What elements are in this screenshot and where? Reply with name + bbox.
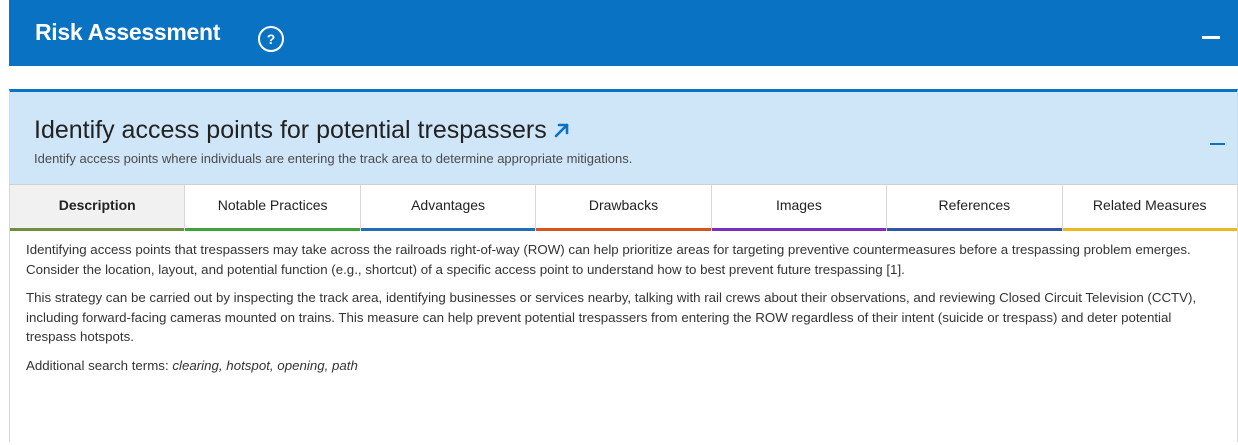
tab-references[interactable]: References	[886, 185, 1062, 231]
help-icon[interactable]: ?	[258, 26, 284, 52]
tab-advantages[interactable]: Advantages	[359, 185, 536, 231]
tab-drawbacks[interactable]: Drawbacks	[535, 185, 711, 231]
risk-assessment-header[interactable]: Risk Assessment ?	[9, 0, 1238, 66]
tab-label: References	[938, 197, 1011, 213]
tab-bar: Description Notable Practices Advantages…	[10, 184, 1237, 231]
collapse-minus-icon[interactable]	[1210, 143, 1225, 145]
tab-label: Images	[775, 197, 822, 213]
description-paragraph-2: This strategy can be carried out by insp…	[26, 290, 1197, 344]
page: Risk Assessment ? Identify access points…	[9, 0, 1238, 442]
tab-label: Advantages	[411, 197, 486, 213]
search-terms-label: Additional search terms:	[26, 357, 173, 373]
tab-label: Related Measures	[1092, 197, 1207, 213]
measure-title: Identify access points for potential tre…	[34, 116, 571, 145]
external-link-icon[interactable]	[553, 121, 571, 139]
tab-content-description: Identifying access points that trespasse…	[10, 230, 1237, 445]
tab-label: Description	[58, 197, 136, 213]
tab-label: Notable Practices	[217, 197, 328, 213]
search-terms-list: clearing, hotspot, opening, path	[172, 357, 358, 373]
measure-header[interactable]: Identify access points for potential tre…	[10, 92, 1237, 184]
measure-card: Identify access points for potential tre…	[9, 89, 1238, 442]
tab-related-measures[interactable]: Related Measures	[1061, 185, 1237, 231]
section-title: Risk Assessment	[35, 19, 221, 45]
tab-label: Drawbacks	[588, 197, 659, 213]
tab-notable-practices[interactable]: Notable Practices	[184, 185, 360, 231]
measure-subtitle: Identify access points where individuals…	[34, 151, 633, 166]
measure-title-link[interactable]: Identify access points for potential tre…	[34, 116, 547, 144]
description-paragraph-1: Identifying access points that trespasse…	[26, 242, 1191, 277]
tab-images[interactable]: Images	[710, 185, 887, 231]
search-terms: Additional search terms: clearing, hotsp…	[26, 356, 1221, 376]
tab-description[interactable]: Description	[10, 185, 185, 231]
collapse-minus-icon[interactable]	[1202, 36, 1220, 39]
